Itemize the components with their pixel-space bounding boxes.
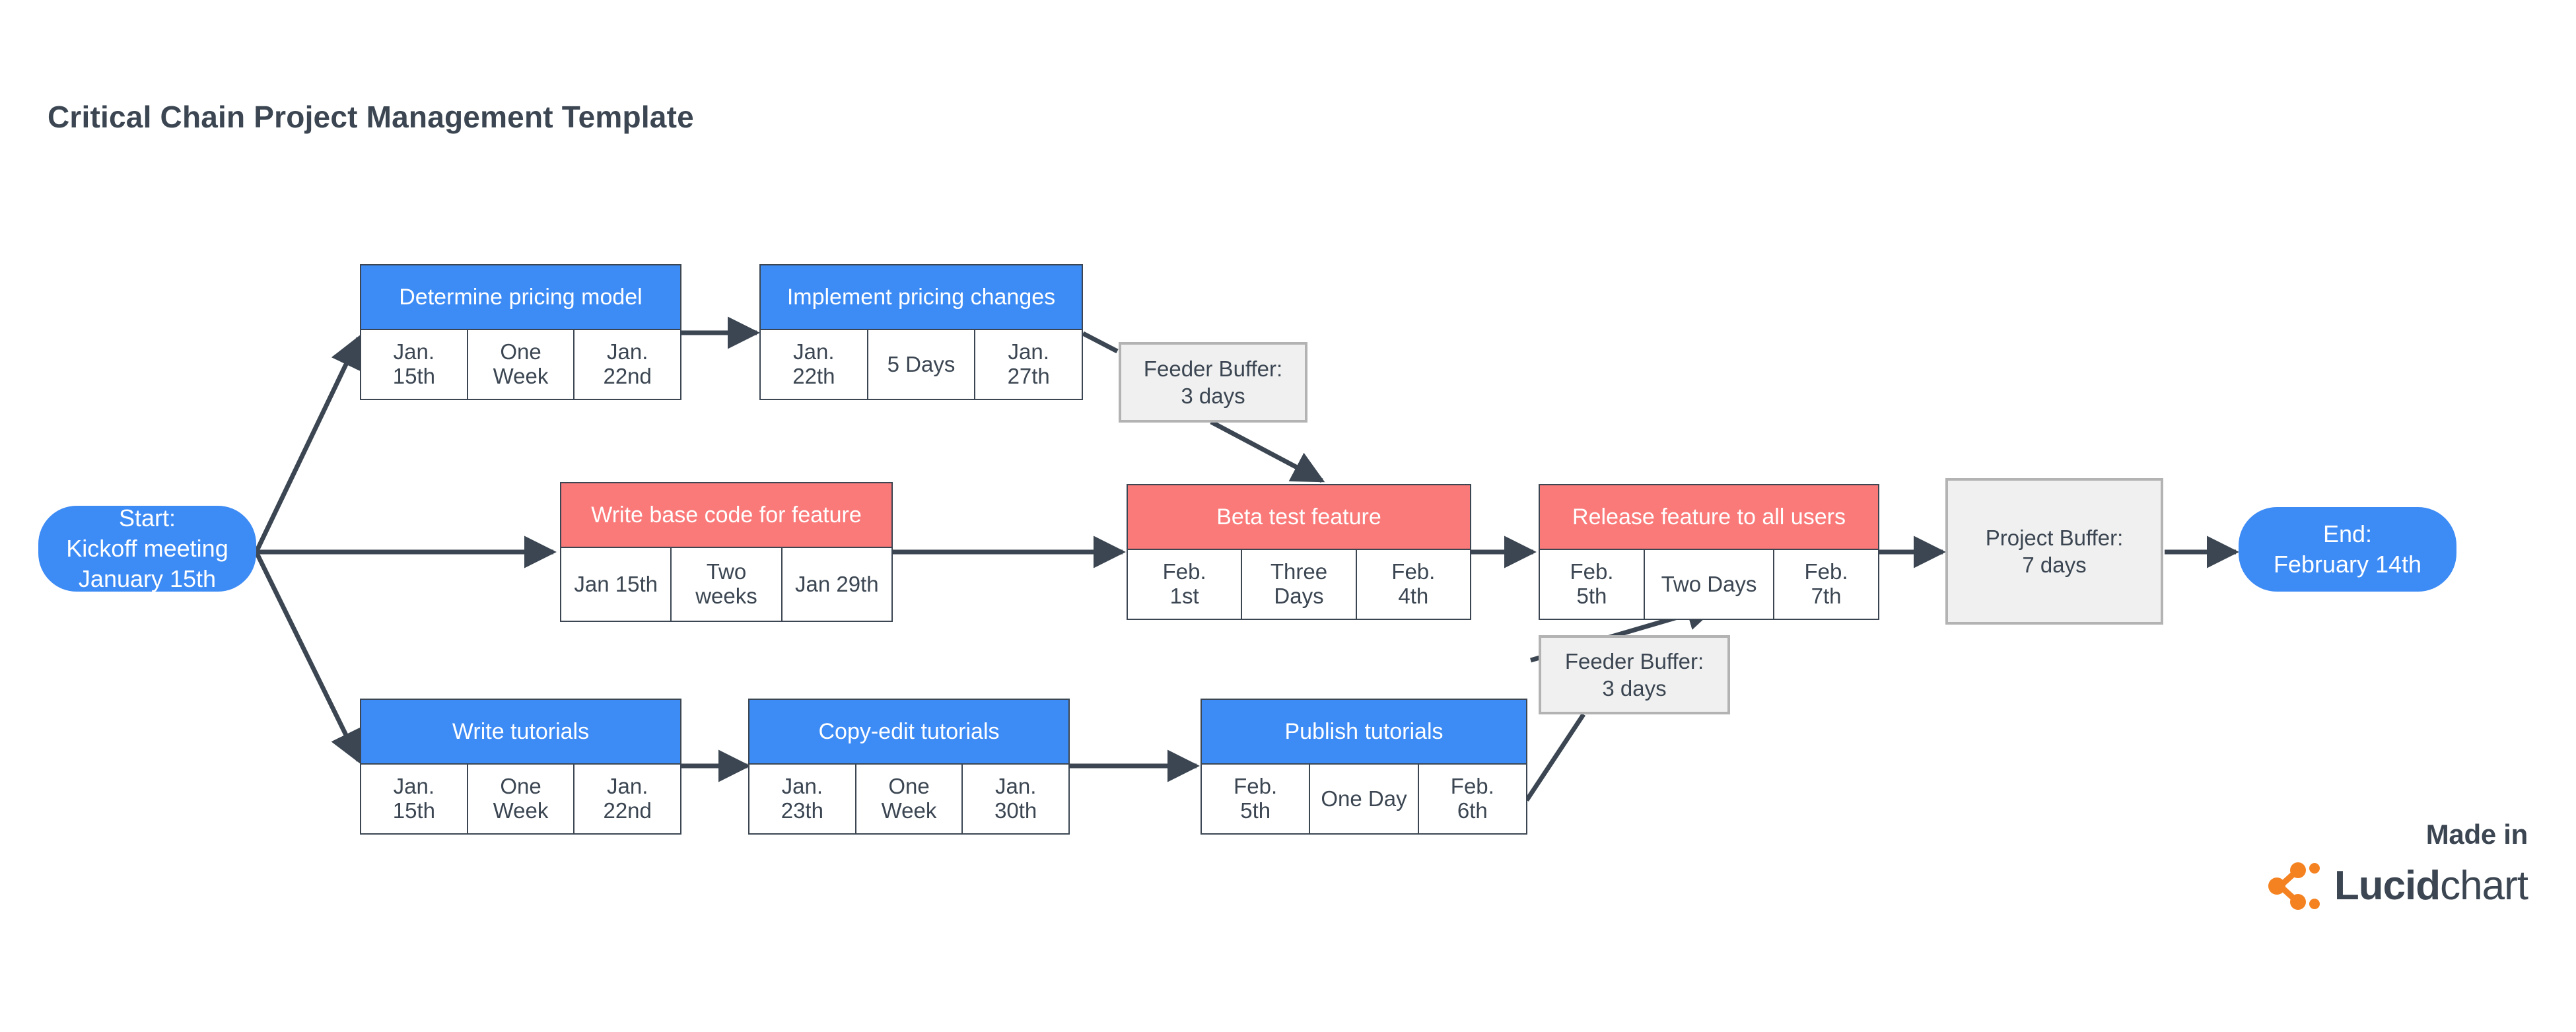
task-duration: 5 Days bbox=[866, 329, 975, 400]
lucidchart-wordmark: Lucidchart bbox=[2334, 866, 2528, 907]
task-duration: Two weeks bbox=[670, 547, 781, 622]
task-implement-pricing-changes[interactable]: Implement pricing changes Jan. 22th 5 Da… bbox=[759, 264, 1084, 400]
task-duration: One Week bbox=[854, 763, 962, 835]
logo-bold-part: Lucid bbox=[2334, 863, 2441, 909]
task-title: Determine pricing model bbox=[360, 264, 681, 329]
task-title: Write tutorials bbox=[360, 699, 681, 763]
task-finish-date: Jan. 30th bbox=[961, 763, 1070, 835]
diagram-canvas: Critical Chain Project Management Templa… bbox=[0, 0, 2576, 1032]
edge-start-to-write-tutorials bbox=[254, 551, 361, 764]
end-node[interactable]: End: February 14th bbox=[2239, 507, 2456, 592]
task-duration: One Week bbox=[466, 763, 574, 835]
project-buffer[interactable]: Project Buffer: 7 days bbox=[1945, 478, 2163, 625]
task-finish-date: Feb. 4th bbox=[1355, 549, 1471, 620]
task-detail-row: Jan 15th Two weeks Jan 29th bbox=[560, 547, 893, 622]
made-in-label: Made in bbox=[2425, 819, 2528, 850]
task-determine-pricing-model[interactable]: Determine pricing model Jan. 15th One We… bbox=[360, 264, 682, 400]
task-finish-date: Jan. 27th bbox=[974, 329, 1084, 400]
task-publish-tutorials[interactable]: Publish tutorials Feb. 5th One Day Feb. … bbox=[1201, 699, 1527, 835]
task-detail-row: Feb. 5th One Day Feb. 6th bbox=[1201, 763, 1527, 835]
start-node-line-2: Kickoff meeting bbox=[66, 534, 228, 562]
task-start-date: Jan. 15th bbox=[360, 763, 467, 835]
task-start-date: Feb. 5th bbox=[1539, 549, 1644, 620]
task-write-tutorials[interactable]: Write tutorials Jan. 15th One Week Jan. … bbox=[360, 699, 682, 835]
feeder-buffer-pricing[interactable]: Feeder Buffer: 3 days bbox=[1119, 342, 1307, 423]
task-start-date: Jan. 22th bbox=[759, 329, 867, 400]
task-finish-date: Jan. 22nd bbox=[573, 763, 682, 835]
task-finish-date: Feb. 7th bbox=[1773, 549, 1879, 620]
task-finish-date: Feb. 6th bbox=[1417, 763, 1527, 835]
task-detail-row: Jan. 15th One Week Jan. 22nd bbox=[360, 329, 682, 400]
task-copy-edit-tutorials[interactable]: Copy-edit tutorials Jan. 23th One Week J… bbox=[748, 699, 1070, 835]
task-start-date: Feb. 1st bbox=[1127, 549, 1241, 620]
end-node-line-2: February 14th bbox=[2273, 551, 2422, 578]
task-duration: One Day bbox=[1309, 763, 1418, 835]
edge-publish-to-feeder-tutorials bbox=[1525, 713, 1585, 802]
lucidchart-logo[interactable]: Lucidchart bbox=[2268, 862, 2528, 911]
task-finish-date: Jan 29th bbox=[781, 547, 893, 622]
edge-start-to-determine-pricing bbox=[254, 335, 361, 553]
edge-feeder-pricing-to-beta-test bbox=[1210, 419, 1325, 483]
task-title: Copy-edit tutorials bbox=[748, 699, 1070, 763]
task-detail-row: Jan. 15th One Week Jan. 22nd bbox=[360, 763, 682, 835]
end-node-line-1: End: bbox=[2322, 520, 2373, 547]
task-detail-row: Jan. 22th 5 Days Jan. 27th bbox=[759, 329, 1084, 400]
task-detail-row: Jan. 23th One Week Jan. 30th bbox=[748, 763, 1070, 835]
task-start-date: Jan 15th bbox=[560, 547, 671, 622]
task-duration: Three Days bbox=[1241, 549, 1356, 620]
start-node-line-3: January 15th bbox=[78, 565, 217, 593]
task-title: Publish tutorials bbox=[1201, 699, 1527, 763]
task-title: Implement pricing changes bbox=[759, 264, 1083, 329]
task-finish-date: Jan. 22nd bbox=[573, 329, 682, 400]
task-title: Beta test feature bbox=[1127, 484, 1471, 549]
logo-regular-part: chart bbox=[2440, 863, 2528, 909]
task-detail-row: Feb. 5th Two Days Feb. 7th bbox=[1539, 549, 1879, 620]
task-start-date: Jan. 15th bbox=[360, 329, 467, 400]
task-detail-row: Feb. 1st Three Days Feb. 4th bbox=[1127, 549, 1471, 620]
start-node[interactable]: Start: Kickoff meeting January 15th bbox=[38, 504, 256, 593]
edge-implement-to-feeder-pricing bbox=[1082, 331, 1119, 354]
task-start-date: Feb. 5th bbox=[1201, 763, 1309, 835]
start-node-line-1: Start: bbox=[118, 504, 176, 532]
task-duration: One Week bbox=[466, 329, 574, 400]
task-duration: Two Days bbox=[1643, 549, 1774, 620]
task-beta-test-feature[interactable]: Beta test feature Feb. 1st Three Days Fe… bbox=[1127, 484, 1471, 620]
task-title: Write base code for feature bbox=[560, 482, 893, 547]
feeder-buffer-tutorials[interactable]: Feeder Buffer: 3 days bbox=[1539, 635, 1730, 714]
task-write-base-code-for-feature[interactable]: Write base code for feature Jan 15th Two… bbox=[560, 482, 893, 622]
task-start-date: Jan. 23th bbox=[748, 763, 855, 835]
task-release-feature-to-all-users[interactable]: Release feature to all users Feb. 5th Tw… bbox=[1539, 484, 1879, 620]
task-title: Release feature to all users bbox=[1539, 484, 1879, 549]
lucidchart-mark-icon bbox=[2268, 862, 2320, 910]
